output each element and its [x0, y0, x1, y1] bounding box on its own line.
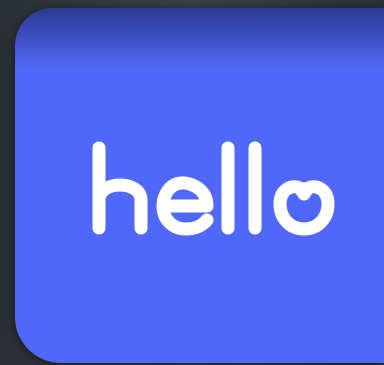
hello-logo [92, 141, 335, 236]
app-icon[interactable]: hello [15, 8, 384, 363]
top-shading [15, 8, 384, 68]
